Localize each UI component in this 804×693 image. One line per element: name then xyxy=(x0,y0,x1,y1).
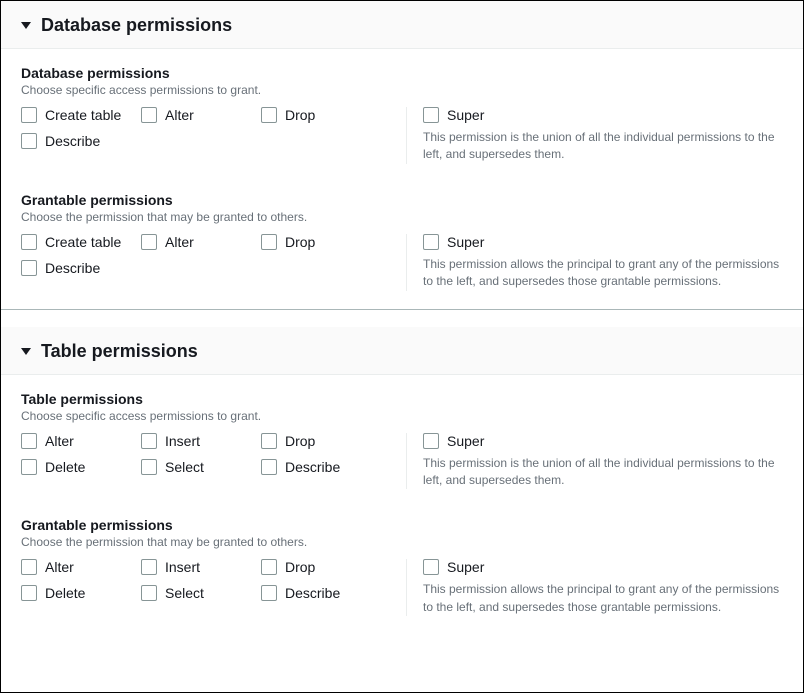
super-description: This permission allows the principal to … xyxy=(423,581,783,616)
checkbox-super[interactable]: Super xyxy=(423,107,783,123)
checkbox-icon[interactable] xyxy=(141,234,157,250)
checkbox-icon[interactable] xyxy=(141,459,157,475)
checkbox-icon[interactable] xyxy=(21,585,37,601)
checkbox-label: Super xyxy=(447,107,484,123)
database-panel-header[interactable]: Database permissions xyxy=(1,1,803,49)
checkbox-icon[interactable] xyxy=(261,585,277,601)
checkbox-drop[interactable]: Drop xyxy=(261,234,381,250)
checkbox-alter[interactable]: Alter xyxy=(141,234,261,250)
checkbox-icon[interactable] xyxy=(21,260,37,276)
checkbox-icon[interactable] xyxy=(141,559,157,575)
checkbox-alter[interactable]: Alter xyxy=(141,107,261,123)
checkbox-label: Describe xyxy=(45,133,100,149)
checkbox-icon[interactable] xyxy=(141,107,157,123)
table-permissions-section: Table permissions Choose specific access… xyxy=(21,391,783,490)
checkbox-label: Super xyxy=(447,234,484,250)
checkbox-label: Alter xyxy=(165,234,194,250)
checkbox-super[interactable]: Super xyxy=(423,433,783,449)
checkbox-drop[interactable]: Drop xyxy=(261,559,381,575)
checkbox-select[interactable]: Select xyxy=(141,585,261,601)
checkbox-icon[interactable] xyxy=(21,433,37,449)
checkbox-icon[interactable] xyxy=(423,433,439,449)
table-panel-title: Table permissions xyxy=(41,341,198,362)
checkbox-icon[interactable] xyxy=(261,433,277,449)
checkbox-icon[interactable] xyxy=(21,459,37,475)
table-grantable-section: Grantable permissions Choose the permiss… xyxy=(21,517,783,616)
checkbox-delete[interactable]: Delete xyxy=(21,585,141,601)
checkbox-label: Drop xyxy=(285,559,315,575)
section-title: Grantable permissions xyxy=(21,192,783,208)
super-description: This permission allows the principal to … xyxy=(423,256,783,291)
checkbox-alter[interactable]: Alter xyxy=(21,559,141,575)
checkbox-icon[interactable] xyxy=(423,107,439,123)
caret-down-icon xyxy=(21,22,31,29)
checkbox-describe[interactable]: Describe xyxy=(261,459,381,475)
table-permissions-panel: Table permissions Table permissions Choo… xyxy=(1,327,803,635)
checkbox-icon[interactable] xyxy=(423,559,439,575)
checkbox-select[interactable]: Select xyxy=(141,459,261,475)
checkbox-create-table[interactable]: Create table xyxy=(21,107,141,123)
checkbox-insert[interactable]: Insert xyxy=(141,559,261,575)
caret-down-icon xyxy=(21,348,31,355)
section-subtitle: Choose specific access permissions to gr… xyxy=(21,409,783,423)
database-permissions-panel: Database permissions Database permission… xyxy=(1,1,803,309)
section-subtitle: Choose the permission that may be grante… xyxy=(21,535,783,549)
checkbox-icon[interactable] xyxy=(261,459,277,475)
database-panel-title: Database permissions xyxy=(41,15,232,36)
section-title: Database permissions xyxy=(21,65,783,81)
database-grantable-section: Grantable permissions Choose the permiss… xyxy=(21,192,783,291)
checkbox-icon[interactable] xyxy=(21,559,37,575)
checkbox-label: Drop xyxy=(285,433,315,449)
section-subtitle: Choose the permission that may be grante… xyxy=(21,210,783,224)
section-title: Table permissions xyxy=(21,391,783,407)
checkbox-super[interactable]: Super xyxy=(423,559,783,575)
super-description: This permission is the union of all the … xyxy=(423,455,783,490)
checkbox-insert[interactable]: Insert xyxy=(141,433,261,449)
section-subtitle: Choose specific access permissions to gr… xyxy=(21,83,783,97)
section-title: Grantable permissions xyxy=(21,517,783,533)
checkbox-icon[interactable] xyxy=(141,585,157,601)
checkbox-label: Insert xyxy=(165,559,200,575)
checkbox-super[interactable]: Super xyxy=(423,234,783,250)
checkbox-label: Describe xyxy=(285,585,340,601)
checkbox-drop[interactable]: Drop xyxy=(261,433,381,449)
checkbox-label: Create table xyxy=(45,107,121,123)
checkbox-icon[interactable] xyxy=(21,107,37,123)
checkbox-label: Insert xyxy=(165,433,200,449)
checkbox-label: Drop xyxy=(285,107,315,123)
checkbox-label: Select xyxy=(165,585,204,601)
checkbox-create-table[interactable]: Create table xyxy=(21,234,141,250)
checkbox-label: Describe xyxy=(285,459,340,475)
checkbox-label: Select xyxy=(165,459,204,475)
checkbox-icon[interactable] xyxy=(141,433,157,449)
checkbox-label: Super xyxy=(447,433,484,449)
database-permissions-section: Database permissions Choose specific acc… xyxy=(21,65,783,164)
checkbox-label: Alter xyxy=(45,559,74,575)
checkbox-label: Super xyxy=(447,559,484,575)
checkbox-label: Delete xyxy=(45,585,85,601)
checkbox-describe[interactable]: Describe xyxy=(21,260,141,276)
checkbox-icon[interactable] xyxy=(423,234,439,250)
checkbox-describe[interactable]: Describe xyxy=(21,133,141,149)
checkbox-describe[interactable]: Describe xyxy=(261,585,381,601)
table-panel-body: Table permissions Choose specific access… xyxy=(1,375,803,635)
checkbox-label: Describe xyxy=(45,260,100,276)
database-panel-body: Database permissions Choose specific acc… xyxy=(1,49,803,309)
super-description: This permission is the union of all the … xyxy=(423,129,783,164)
checkbox-icon[interactable] xyxy=(21,234,37,250)
checkbox-label: Alter xyxy=(45,433,74,449)
checkbox-icon[interactable] xyxy=(21,133,37,149)
checkbox-alter[interactable]: Alter xyxy=(21,433,141,449)
checkbox-icon[interactable] xyxy=(261,559,277,575)
checkbox-icon[interactable] xyxy=(261,234,277,250)
checkbox-label: Delete xyxy=(45,459,85,475)
checkbox-label: Alter xyxy=(165,107,194,123)
table-panel-header[interactable]: Table permissions xyxy=(1,327,803,375)
checkbox-label: Drop xyxy=(285,234,315,250)
checkbox-icon[interactable] xyxy=(261,107,277,123)
checkbox-drop[interactable]: Drop xyxy=(261,107,381,123)
checkbox-label: Create table xyxy=(45,234,121,250)
checkbox-delete[interactable]: Delete xyxy=(21,459,141,475)
